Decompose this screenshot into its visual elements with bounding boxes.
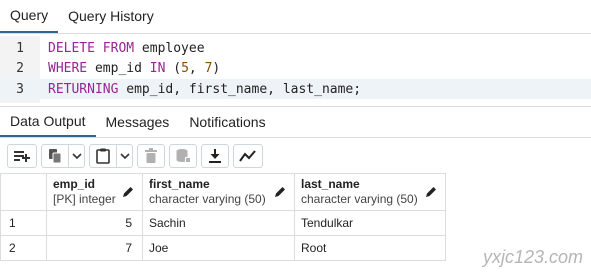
pencil-icon[interactable] — [424, 185, 438, 199]
cell-emp-id[interactable]: 5 — [47, 211, 143, 236]
chevron-down-icon — [119, 152, 130, 159]
copy-button[interactable] — [42, 145, 68, 167]
output-tabs: Data Output Messages Notifications — [0, 106, 591, 138]
column-name: emp_id — [53, 177, 96, 191]
tab-query[interactable]: Query — [0, 0, 59, 33]
sql-text: , — [188, 60, 205, 76]
save-data-icon — [176, 148, 191, 163]
sql-keyword: WHERE — [48, 60, 88, 76]
paste-icon — [96, 148, 110, 164]
copy-options-dropdown[interactable] — [68, 144, 84, 167]
save-data-button[interactable] — [169, 143, 197, 168]
sql-keyword: IN — [149, 60, 166, 76]
paste-button-group[interactable] — [89, 143, 133, 168]
code-line-3[interactable]: 3 RETURNING emp_id, first_name, last_nam… — [0, 79, 591, 99]
download-icon — [209, 148, 221, 163]
column-header-first-name[interactable]: first_name character varying (50) — [143, 173, 295, 211]
row-number[interactable]: 1 — [0, 211, 47, 236]
tab-notifications[interactable]: Notifications — [179, 107, 275, 137]
column-type: character varying (50) — [149, 192, 266, 206]
code-line-1[interactable]: 1 DELETE FROM employee — [0, 38, 591, 58]
grid-corner — [0, 173, 47, 211]
pencil-icon[interactable] — [121, 185, 135, 199]
column-type: character varying (50) — [301, 192, 418, 206]
column-header-last-name[interactable]: last_name character varying (50) — [295, 173, 446, 211]
delete-button[interactable] — [137, 143, 165, 168]
code-text[interactable]: DELETE FROM employee — [40, 41, 205, 56]
copy-icon — [49, 148, 62, 163]
data-output-toolbar — [0, 139, 591, 172]
grid-header-row: emp_id [PK] integer first_name character… — [0, 173, 446, 211]
sql-text: ) — [212, 60, 221, 76]
sql-text: emp_id, first_name, last_name; — [118, 81, 362, 97]
tab-query-history[interactable]: Query History — [58, 0, 164, 33]
paste-button[interactable] — [90, 145, 116, 167]
cell-first-name[interactable]: Sachin — [143, 211, 295, 236]
cell-last-name[interactable]: Root — [295, 236, 446, 261]
cell-first-name[interactable]: Joe — [143, 236, 295, 261]
tab-data-output[interactable]: Data Output — [0, 107, 96, 137]
row-number[interactable]: 2 — [0, 236, 47, 261]
line-number: 1 — [16, 40, 24, 56]
line-number: 3 — [16, 81, 24, 97]
paste-options-dropdown[interactable] — [116, 144, 132, 167]
watermark: yxjc123.com — [482, 247, 583, 267]
add-row-button[interactable] — [7, 143, 37, 168]
sql-text: employee — [134, 40, 205, 56]
pencil-icon[interactable] — [273, 185, 287, 199]
editor-tabs: Query Query History — [0, 0, 591, 34]
column-name: first_name — [149, 177, 210, 191]
chevron-down-icon — [71, 152, 82, 159]
copy-button-group[interactable] — [41, 143, 85, 168]
line-number: 2 — [16, 60, 24, 76]
sql-number: 5 — [181, 60, 189, 76]
graph-visualiser-icon — [239, 149, 256, 162]
code-line-2[interactable]: 2 WHERE emp_id IN (5, 7) — [0, 58, 591, 78]
column-name: last_name — [301, 177, 360, 191]
column-type: [PK] integer — [53, 192, 116, 206]
cell-last-name[interactable]: Tendulkar — [295, 211, 446, 236]
delete-icon — [145, 147, 157, 163]
sql-keyword: RETURNING — [48, 81, 119, 97]
graph-visualiser-button[interactable] — [233, 143, 263, 168]
sql-keyword: DELETE FROM — [48, 40, 135, 56]
sql-text: emp_id — [87, 60, 150, 76]
sql-text: ( — [165, 60, 182, 76]
table-row[interactable]: 1 5 Sachin Tendulkar — [0, 211, 446, 236]
download-button[interactable] — [201, 143, 229, 168]
code-text[interactable]: WHERE emp_id IN (5, 7) — [40, 61, 220, 76]
sql-editor[interactable]: 1 DELETE FROM employee 2 WHERE emp_id IN… — [0, 36, 591, 103]
add-row-icon — [14, 150, 30, 162]
cell-emp-id[interactable]: 7 — [47, 236, 143, 261]
tab-messages[interactable]: Messages — [96, 107, 180, 137]
table-row[interactable]: 2 7 Joe Root — [0, 236, 446, 261]
column-header-emp-id[interactable]: emp_id [PK] integer — [47, 173, 143, 211]
code-text[interactable]: RETURNING emp_id, first_name, last_name; — [40, 82, 361, 97]
